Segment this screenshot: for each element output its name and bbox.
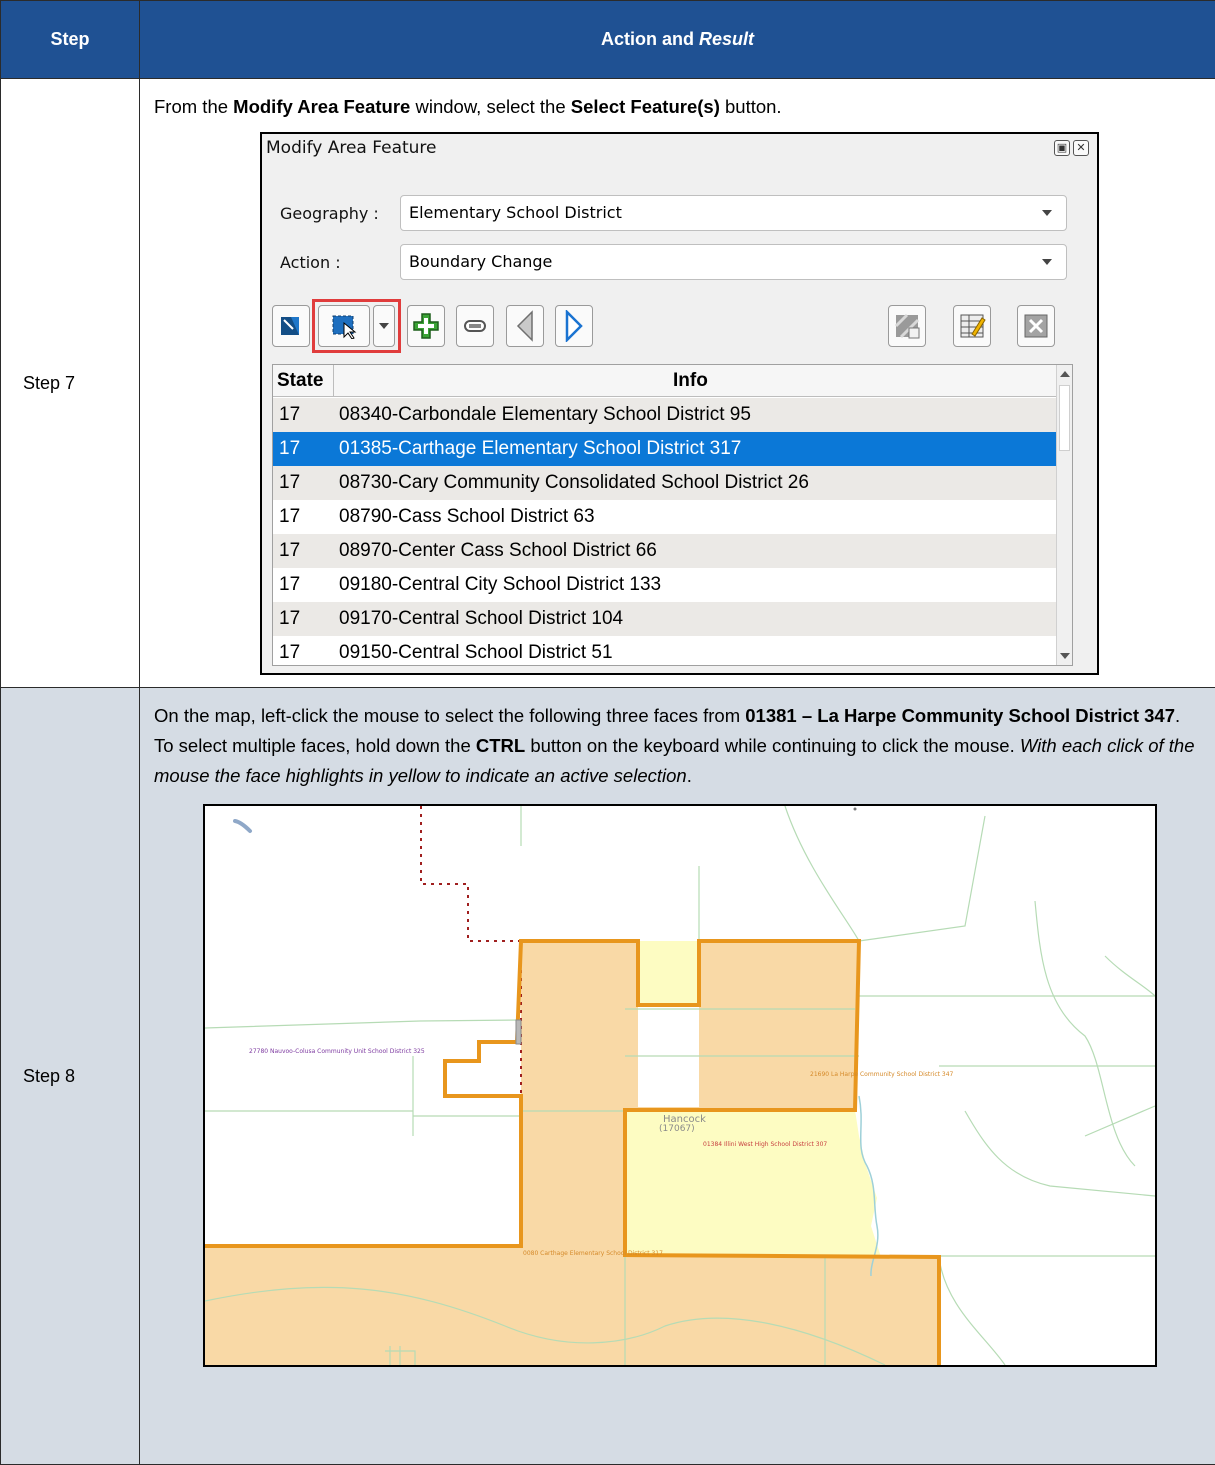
la-harpe-district-label: 21690 La Harpe Community School District… <box>810 1071 953 1078</box>
county-code-label: (17067) <box>659 1124 695 1134</box>
map-view[interactable]: 27780 Nauvoo-Colusa Community Unit Schoo… <box>203 804 1157 1367</box>
carthage-district-label: 0080 Carthage Elementary School District… <box>523 1250 663 1257</box>
nauvoo-district-label: 27780 Nauvoo-Colusa Community Unit Schoo… <box>249 1048 425 1055</box>
step-7-instruction: From the Modify Area Feature window, sel… <box>140 79 1215 122</box>
attributes-button[interactable] <box>953 305 991 347</box>
dialog-title: Modify Area Feature <box>266 138 437 158</box>
dialog-window-controls: ▣ ✕ <box>1054 140 1089 156</box>
step-7-action: From the Modify Area Feature window, sel… <box>140 79 1215 688</box>
step-8-instruction: On the map, left-click the mouse to sele… <box>140 688 1215 791</box>
next-icon <box>563 310 585 342</box>
cancel-button[interactable] <box>1017 305 1055 347</box>
attributes-icon <box>958 312 986 340</box>
add-icon <box>412 312 440 340</box>
step-8-label: Step 8 <box>1 688 140 1465</box>
selected-face-north <box>638 941 699 1005</box>
scroll-down-icon[interactable] <box>1060 653 1070 659</box>
table-row[interactable]: 1708970-Center Cass School District 66 <box>273 534 1058 568</box>
header-step: Step <box>1 1 140 79</box>
step-7-label: Step 7 <box>1 79 140 688</box>
features-table: State Info 1708340-Carbondale Elementary… <box>272 364 1073 666</box>
remove-button[interactable] <box>456 305 494 347</box>
select-by-polygon-icon <box>278 313 304 339</box>
split-button[interactable] <box>888 305 926 347</box>
table-row[interactable]: 1709150-Central School District 51 <box>273 636 1058 666</box>
modify-area-feature-dialog: Modify Area Feature ▣ ✕ Geography : Elem… <box>260 132 1099 675</box>
step-8-action: On the map, left-click the mouse to sele… <box>140 688 1215 1465</box>
table-rows: 1708340-Carbondale Elementary School Dis… <box>273 398 1058 666</box>
table-row[interactable]: 1708790-Cass School District 63 <box>273 500 1058 534</box>
steps-table: Step Action and Result Step 7 From the M… <box>0 0 1215 1465</box>
select-features-icon <box>330 313 358 339</box>
scroll-thumb[interactable] <box>1059 385 1070 451</box>
geography-select[interactable]: Elementary School District <box>400 195 1067 231</box>
table-row[interactable]: 1709180-Central City School District 133 <box>273 568 1058 602</box>
geography-label: Geography : <box>280 204 379 223</box>
table-row[interactable]: 1708340-Carbondale Elementary School Dis… <box>273 398 1058 432</box>
column-info[interactable]: Info <box>673 370 708 392</box>
action-select[interactable]: Boundary Change <box>400 244 1067 280</box>
remove-icon <box>462 313 488 339</box>
map-canvas <box>205 806 1155 1365</box>
cancel-icon <box>1023 313 1049 339</box>
vertical-scrollbar[interactable] <box>1056 365 1072 665</box>
table-row[interactable]: 1708730-Cary Community Consolidated Scho… <box>273 466 1058 500</box>
split-icon <box>893 312 921 340</box>
header-result: Result <box>699 29 754 49</box>
add-button[interactable] <box>407 305 445 347</box>
chevron-down-icon <box>1042 259 1052 265</box>
table-row-selected[interactable]: 1701385-Carthage Elementary School Distr… <box>273 432 1058 466</box>
chevron-down-icon <box>1042 210 1052 216</box>
table-header: State Info <box>273 365 1058 397</box>
scroll-up-icon[interactable] <box>1060 371 1070 377</box>
next-button[interactable] <box>555 305 593 347</box>
select-by-polygon-button[interactable] <box>272 305 310 347</box>
header-action-result: Action and Result <box>140 1 1215 79</box>
close-icon[interactable]: ✕ <box>1073 140 1089 156</box>
previous-button[interactable] <box>506 305 544 347</box>
select-features-dropdown[interactable] <box>373 305 395 347</box>
previous-icon <box>514 310 536 342</box>
dropdown-arrow-icon <box>379 322 389 330</box>
illini-district-label: 01384 Illini West High School District 3… <box>703 1141 827 1148</box>
action-label: Action : <box>280 253 341 272</box>
table-row[interactable]: 1709170-Central School District 104 <box>273 602 1058 636</box>
select-features-button[interactable] <box>318 305 370 347</box>
float-icon[interactable]: ▣ <box>1054 140 1070 156</box>
column-state[interactable]: State <box>277 370 323 392</box>
